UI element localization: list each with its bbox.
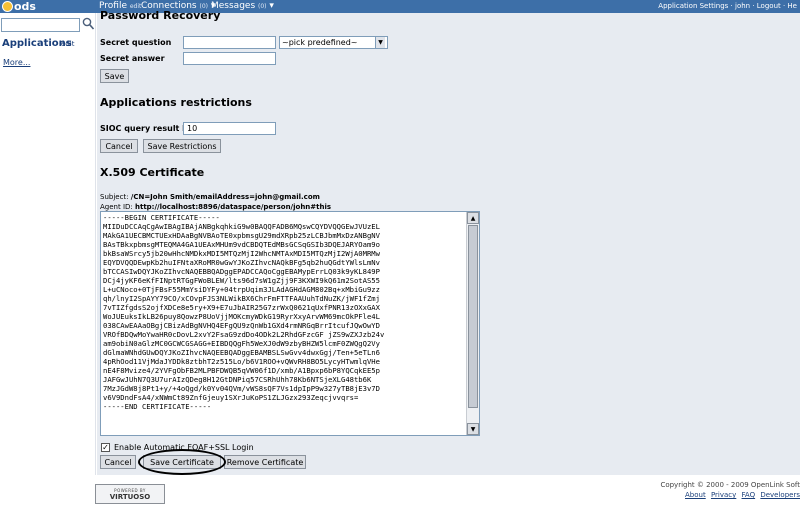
search-icon[interactable] [82,17,95,31]
predefined-question-select[interactable]: ~pick predefined~ ▼ [279,36,388,49]
password-recovery-heading: Password Recovery [100,9,221,22]
scrollbar-thumb[interactable] [468,225,478,408]
x509-heading: X.509 Certificate [100,166,205,179]
secret-question-field[interactable] [183,36,276,49]
footer-link-about[interactable]: About [685,491,706,499]
badge-virtuoso-text: VIRTUOSO [109,492,151,501]
sidebar-applications-edit-link[interactable]: edit [61,40,74,48]
chevron-down-icon[interactable]: ▾ [269,1,274,11]
save-restrictions-button[interactable]: Save Restrictions [143,139,221,153]
top-right-links[interactable]: Application Settings · john · Logout · H… [658,2,797,10]
certificate-scrollbar[interactable]: ▲ ▼ [466,212,479,435]
nav-messages[interactable]: Messages (0) ▾ [211,1,274,11]
subject-label: Subject: [100,193,129,201]
agent-id-value: http://localhost:8896/dataspace/person/j… [135,203,332,211]
powered-by-virtuoso-badge[interactable]: POWERED BY VIRTUOSO [95,484,165,504]
sidebar: Applications edit More... [0,13,96,475]
certificate-text[interactable]: -----BEGIN CERTIFICATE----- MIIDuDCCAqCg… [103,213,465,435]
ods-logo[interactable]: ods [2,0,36,13]
sidebar-more-link[interactable]: More... [3,58,30,67]
auto-login-checkbox[interactable]: ✓ [101,443,110,452]
remove-certificate-button[interactable]: Remove Certificate [224,455,306,469]
save-secret-button[interactable]: Save [100,69,129,83]
predefined-question-value: ~pick predefined~ [282,38,358,47]
scroll-up-icon[interactable]: ▲ [467,212,479,224]
cancel-restrictions-button[interactable]: Cancel [100,139,138,153]
footer-link-developers[interactable]: Developers [760,491,800,499]
secret-answer-field[interactable] [183,52,276,65]
logo-dot-icon [2,1,13,12]
highlight-circle [138,449,226,475]
copyright-text: Copyright © 2000 - 2009 OpenLink Soft [660,481,800,489]
main-content: Password Recovery Secret question ~pick … [97,9,800,475]
footer-links: About Privacy FAQ Developers [682,491,800,499]
chevron-down-icon[interactable]: ▼ [375,37,385,48]
footer-link-faq[interactable]: FAQ [742,491,756,499]
applications-restrictions-heading: Applications restrictions [100,96,252,109]
subject-value: /CN=John Smith/emailAddress=john@gmail.c… [130,193,320,201]
sioc-limit-field[interactable] [183,122,276,135]
secret-answer-label: Secret answer [100,54,165,63]
certificate-info: Subject: /CN=John Smith/emailAddress=joh… [100,192,331,212]
cancel-certificate-button[interactable]: Cancel [100,455,136,469]
nav-messages-count: (0) [258,3,267,10]
search-input[interactable] [1,18,80,32]
scroll-down-icon[interactable]: ▼ [467,423,479,435]
certificate-textarea[interactable]: -----BEGIN CERTIFICATE----- MIIDuDCCAqCg… [100,211,480,436]
secret-question-label: Secret question [100,38,172,47]
logo-text: ods [14,0,36,13]
agent-id-label: Agent ID: [100,203,133,211]
footer-link-privacy[interactable]: Privacy [711,491,736,499]
